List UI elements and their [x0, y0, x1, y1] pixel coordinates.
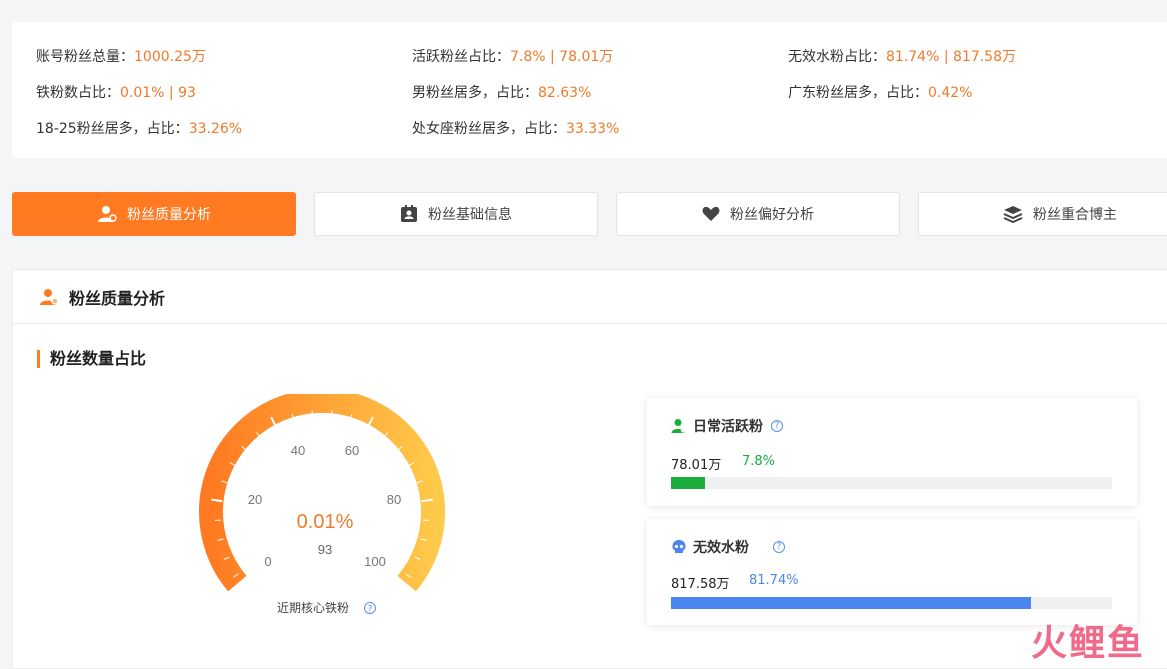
- gauge-label: 近期核心铁粉: [277, 601, 349, 615]
- stat-value: 82.63%: [538, 85, 591, 101]
- active-fans-card: 日常活跃粉? 78.01万 7.8%: [647, 398, 1137, 506]
- progress-fill: [671, 597, 1031, 609]
- stats-summary: 账号粉丝总量：1000.25万 活跃粉丝占比：7.8% | 78.01万 无效水…: [12, 22, 1167, 158]
- progress-track: [671, 597, 1112, 609]
- tab-label: 粉丝重合博主: [1033, 204, 1117, 224]
- help-icon[interactable]: ?: [365, 603, 376, 615]
- gauge-tick-label: 0: [264, 554, 271, 569]
- panel-header: 粉丝质量分析: [13, 270, 1167, 324]
- iron-fans-gauge: 0 20 40 60 80 100 0.01% 93 近期核心铁粉 ?: [199, 394, 445, 624]
- panel-title: 粉丝质量分析: [69, 285, 165, 309]
- stat-virgo-ratio: 处女座粉丝居多，占比：33.33%: [412, 118, 619, 138]
- card-title: 无效水粉?: [671, 537, 785, 557]
- gauge-tick-label: 20: [248, 492, 262, 507]
- gauge-tick: [312, 410, 313, 416]
- heart-icon: [702, 206, 720, 222]
- stat-age-ratio: 18-25粉丝居多，占比：33.26%: [36, 118, 242, 138]
- card-title: 日常活跃粉?: [671, 416, 783, 436]
- stat-value: 81.74% | 817.58万: [886, 49, 1016, 65]
- tab-fan-basic-info[interactable]: 粉丝基础信息: [314, 192, 598, 236]
- stat-value: 33.26%: [189, 121, 242, 137]
- gauge-tick: [243, 588, 251, 596]
- stat-value: 7.8% | 78.01万: [510, 49, 613, 65]
- progress-fill: [671, 477, 705, 489]
- progress-track: [671, 477, 1112, 489]
- skull-icon: [671, 539, 687, 555]
- section-title: 粉丝数量占比: [37, 350, 146, 368]
- tab-fan-preference[interactable]: 粉丝偏好分析: [616, 192, 900, 236]
- stat-label: 活跃粉丝占比：: [412, 49, 510, 65]
- gauge-tick: [332, 410, 333, 416]
- card-count: 817.58万: [671, 573, 730, 592]
- stat-label: 18-25粉丝居多，占比：: [36, 121, 189, 137]
- stat-active-ratio: 活跃粉丝占比：7.8% | 78.01万: [412, 46, 613, 66]
- tab-label: 粉丝偏好分析: [730, 204, 814, 224]
- stat-label: 广东粉丝居多，占比：: [788, 85, 928, 101]
- card-percent: 7.8%: [742, 454, 775, 469]
- fan-quality-panel: 粉丝质量分析 粉丝数量占比 0 20 40 60 80 100 0.01% 93…: [12, 269, 1167, 669]
- stat-value: 0.42%: [928, 85, 972, 101]
- user-check-icon: [671, 418, 687, 434]
- help-icon[interactable]: ?: [771, 420, 783, 432]
- card-title-text: 无效水粉: [693, 537, 749, 557]
- gauge-tick-label: 60: [345, 443, 359, 458]
- card-title-text: 日常活跃粉: [693, 416, 763, 436]
- stat-invalid-ratio: 无效水粉占比：81.74% | 817.58万: [788, 46, 1016, 66]
- user-icon: [97, 205, 117, 223]
- help-icon[interactable]: ?: [773, 541, 785, 553]
- card-count: 78.01万: [671, 454, 721, 473]
- id-card-icon: [400, 205, 418, 223]
- gauge-tick: [393, 588, 401, 596]
- watermark-logo: 火鲤鱼: [1031, 614, 1145, 666]
- stat-iron-ratio: 铁粉数占比：0.01% | 93: [36, 82, 196, 102]
- stat-value: 0.01% | 93: [120, 85, 196, 101]
- tab-fan-quality[interactable]: 粉丝质量分析: [12, 192, 296, 236]
- stat-value: 1000.25万: [134, 49, 206, 65]
- gauge-tick-label: 100: [364, 554, 386, 569]
- gauge-count: 93: [318, 542, 332, 557]
- stat-label: 男粉丝居多，占比：: [412, 85, 538, 101]
- stat-label: 无效水粉占比：: [788, 49, 886, 65]
- help-glyph: ?: [368, 605, 373, 615]
- stat-value: 33.33%: [566, 121, 619, 137]
- stat-label: 处女座粉丝居多，占比：: [412, 121, 566, 137]
- tab-label: 粉丝质量分析: [127, 204, 211, 224]
- stat-total-fans: 账号粉丝总量：1000.25万: [36, 46, 206, 66]
- gauge-value: 0.01%: [297, 511, 354, 533]
- stat-label: 铁粉数占比：: [36, 85, 120, 101]
- stat-label: 账号粉丝总量：: [36, 49, 134, 65]
- gauge-tick-label: 80: [387, 492, 401, 507]
- card-percent: 81.74%: [749, 573, 799, 588]
- gauge-tick-label: 40: [291, 443, 305, 458]
- layers-icon: [1003, 205, 1023, 223]
- tab-overlap-bloggers[interactable]: 粉丝重合博主: [918, 192, 1167, 236]
- invalid-fans-card: 无效水粉? 817.58万 81.74%: [647, 519, 1137, 625]
- stat-male-ratio: 男粉丝居多，占比：82.63%: [412, 82, 591, 102]
- user-icon: [39, 288, 59, 306]
- tab-label: 粉丝基础信息: [428, 204, 512, 224]
- stat-guangdong-ratio: 广东粉丝居多，占比：0.42%: [788, 82, 972, 102]
- analysis-tabs: 粉丝质量分析 粉丝基础信息 粉丝偏好分析 粉丝重合博主: [12, 192, 1167, 236]
